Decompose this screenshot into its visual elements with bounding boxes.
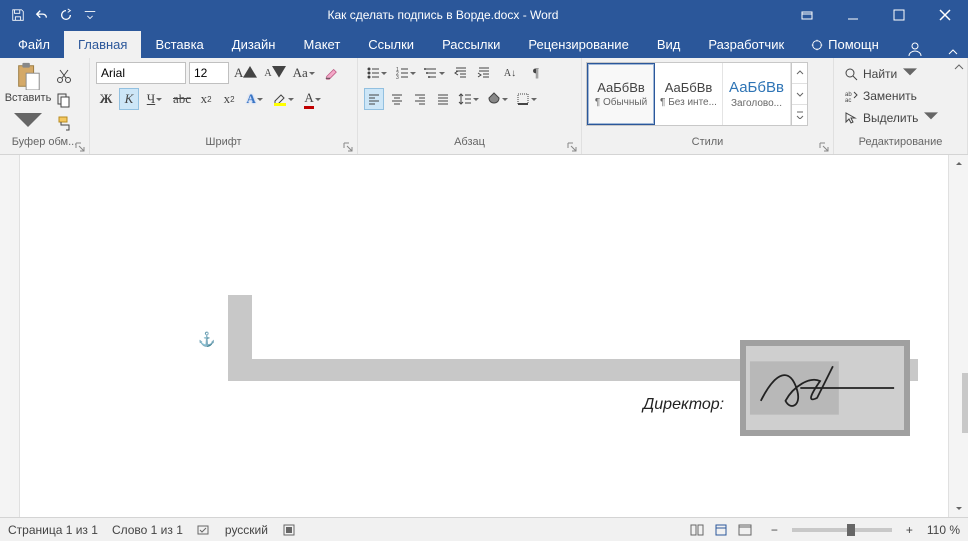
style-no-spacing[interactable]: АаБбВв ¶ Без инте... xyxy=(655,63,723,125)
style-normal[interactable]: АаБбВв ¶ Обычный xyxy=(587,63,655,125)
minimize-button[interactable] xyxy=(830,0,876,30)
style-scroll-up[interactable] xyxy=(792,63,807,84)
align-right-button[interactable] xyxy=(410,88,430,110)
text-effects-button[interactable]: A xyxy=(242,88,268,110)
paragraph-group-label: Абзац xyxy=(454,136,485,148)
tab-developer[interactable]: Разработчик xyxy=(694,31,798,58)
clear-formatting-button[interactable] xyxy=(321,62,341,84)
scroll-thumb[interactable] xyxy=(962,373,968,433)
tab-file[interactable]: Файл xyxy=(4,31,64,58)
copy-button[interactable] xyxy=(54,90,74,110)
font-dialog-launcher[interactable] xyxy=(343,142,353,152)
sort-button[interactable]: А↓ xyxy=(497,62,523,84)
style-gallery[interactable]: АаБбВв ¶ Обычный АаБбВв ¶ Без инте... Аа… xyxy=(586,62,808,126)
font-name-input[interactable] xyxy=(96,62,186,84)
ribbon-display-button[interactable] xyxy=(784,0,830,30)
tab-design[interactable]: Дизайн xyxy=(218,31,290,58)
bullets-button[interactable] xyxy=(364,62,390,84)
status-words[interactable]: Слово 1 из 1 xyxy=(112,523,183,537)
decrease-font-button[interactable]: A xyxy=(262,62,287,84)
tab-review[interactable]: Рецензирование xyxy=(514,31,642,58)
multilevel-list-button[interactable] xyxy=(422,62,448,84)
style-scroll-down[interactable] xyxy=(792,84,807,105)
font-group-label: Шрифт xyxy=(205,136,241,148)
format-painter-button[interactable] xyxy=(54,114,74,134)
find-button[interactable]: Найти xyxy=(840,64,914,84)
status-language[interactable]: русский xyxy=(225,523,268,537)
view-print-button[interactable] xyxy=(709,520,733,540)
tell-me-button[interactable]: Помощн xyxy=(798,31,891,58)
strikethrough-button[interactable]: abc xyxy=(171,88,193,110)
increase-indent-button[interactable] xyxy=(474,62,494,84)
document-viewport[interactable]: ⚓ Директор: xyxy=(20,155,948,517)
view-web-button[interactable] xyxy=(733,520,757,540)
vertical-scrollbar[interactable] xyxy=(948,155,968,517)
decrease-indent-button[interactable] xyxy=(451,62,471,84)
zoom-in-button[interactable]: + xyxy=(906,523,913,537)
share-button[interactable] xyxy=(892,40,938,58)
window-title: Как сделать подпись в Ворде.docx - Word xyxy=(102,8,784,22)
close-button[interactable] xyxy=(922,0,968,30)
show-marks-button[interactable]: ¶ xyxy=(526,62,546,84)
change-case-button[interactable]: Aa xyxy=(291,62,318,84)
style-expand[interactable] xyxy=(792,105,807,125)
vertical-ruler[interactable] xyxy=(0,155,20,517)
tab-view[interactable]: Вид xyxy=(643,31,695,58)
ribbon-pin-button[interactable] xyxy=(954,62,964,76)
tab-mailings[interactable]: Рассылки xyxy=(428,31,514,58)
cut-button[interactable] xyxy=(54,66,74,86)
italic-button[interactable]: К xyxy=(119,88,139,110)
zoom-slider[interactable] xyxy=(792,528,892,532)
redo-button[interactable] xyxy=(54,3,78,27)
superscript-button[interactable]: x2 xyxy=(219,88,239,110)
align-center-button[interactable] xyxy=(387,88,407,110)
align-left-button[interactable] xyxy=(364,88,384,110)
highlight-button[interactable] xyxy=(271,88,297,110)
font-size-input[interactable] xyxy=(189,62,229,84)
subscript-button[interactable]: x2 xyxy=(196,88,216,110)
tab-home[interactable]: Главная xyxy=(64,31,141,58)
increase-font-button[interactable]: A xyxy=(232,62,259,84)
underline-button[interactable]: Ч xyxy=(142,88,168,110)
styles-dialog-launcher[interactable] xyxy=(819,142,829,152)
customize-qat-button[interactable] xyxy=(78,3,102,27)
undo-button[interactable] xyxy=(30,3,54,27)
clipboard-group-label: Буфер обм... xyxy=(12,136,78,148)
styles-group-label: Стили xyxy=(692,136,724,148)
collapse-ribbon-button[interactable] xyxy=(938,48,968,58)
select-button[interactable]: Выделить xyxy=(840,108,935,128)
style-heading1[interactable]: АаБбВв Заголово... xyxy=(723,63,791,125)
status-page[interactable]: Страница 1 из 1 xyxy=(8,523,98,537)
anchor-icon: ⚓ xyxy=(198,331,215,348)
view-read-button[interactable] xyxy=(685,520,709,540)
zoom-out-button[interactable]: − xyxy=(771,523,778,537)
shading-button[interactable] xyxy=(485,88,511,110)
status-macro[interactable] xyxy=(282,523,296,537)
replace-button[interactable]: abacЗаменить xyxy=(840,86,921,106)
tab-insert[interactable]: Вставка xyxy=(141,31,217,58)
font-color-button[interactable]: A xyxy=(300,88,326,110)
justify-button[interactable] xyxy=(433,88,453,110)
borders-button[interactable] xyxy=(514,88,540,110)
paragraph-dialog-launcher[interactable] xyxy=(567,142,577,152)
numbering-button[interactable]: 123 xyxy=(393,62,419,84)
maximize-button[interactable] xyxy=(876,0,922,30)
document-page[interactable]: ⚓ Директор: xyxy=(70,165,920,517)
tab-layout[interactable]: Макет xyxy=(289,31,354,58)
signature-image[interactable] xyxy=(740,340,910,436)
tab-references[interactable]: Ссылки xyxy=(354,31,428,58)
editing-group-label: Редактирование xyxy=(859,136,943,148)
status-proofing[interactable] xyxy=(197,523,211,537)
line-spacing-button[interactable] xyxy=(456,88,482,110)
scroll-up-button[interactable] xyxy=(949,155,968,173)
scroll-down-button[interactable] xyxy=(949,499,968,517)
paste-button[interactable]: Вставить xyxy=(6,62,50,134)
zoom-level[interactable]: 110 % xyxy=(927,523,960,537)
save-button[interactable] xyxy=(6,3,30,27)
clipboard-dialog-launcher[interactable] xyxy=(75,142,85,152)
svg-text:3: 3 xyxy=(396,75,399,80)
director-label[interactable]: Директор: xyxy=(643,396,724,414)
bold-button[interactable]: Ж xyxy=(96,88,116,110)
svg-text:ac: ac xyxy=(845,98,851,103)
